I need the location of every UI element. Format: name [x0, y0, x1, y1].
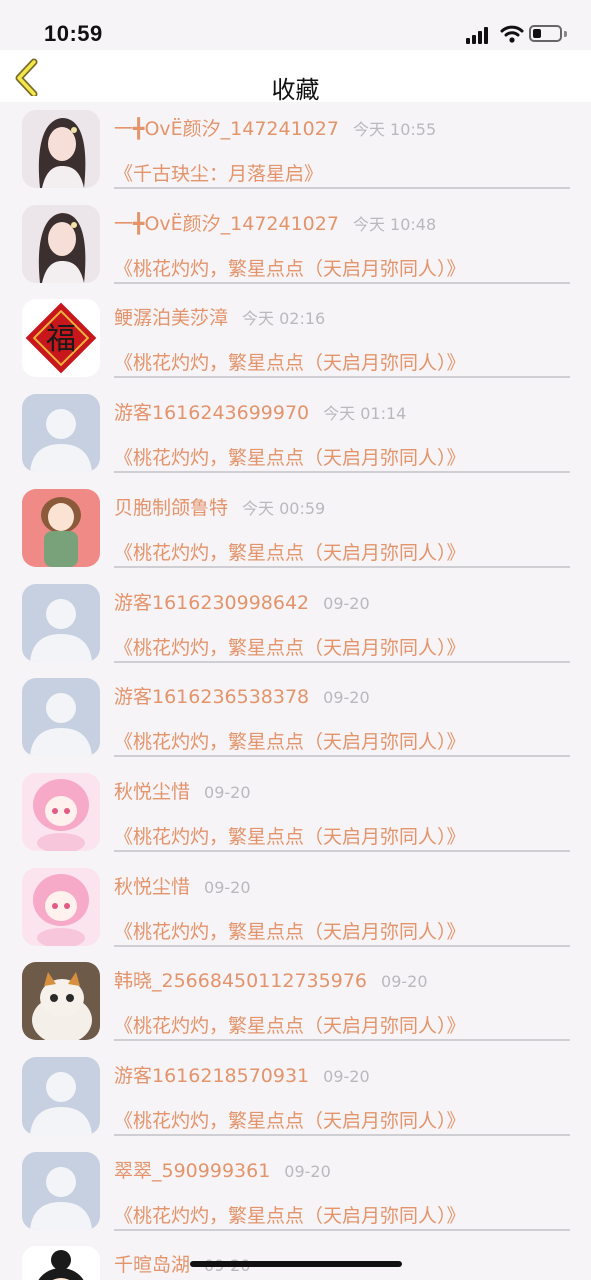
- user-avatar[interactable]: [22, 1057, 100, 1135]
- user-name[interactable]: 韩晓_2566845011273​5976: [114, 970, 367, 992]
- book-title[interactable]: 《桃花灼灼，繁星点点（天启月弥同人）》: [114, 1011, 466, 1038]
- favorite-row[interactable]: 游客1616218570931 09-20 《桃花灼灼，繁星点点（天启月弥同人）》: [0, 1049, 591, 1144]
- book-title[interactable]: 《桃花灼灼，繁星点点（天启月弥同人）》: [114, 254, 466, 281]
- user-avatar[interactable]: [22, 678, 100, 757]
- user-avatar[interactable]: [22, 772, 100, 851]
- favorite-row[interactable]: 福 鲠潺泊美莎漳 今天 02:16 《桃花灼灼，繁星点点（天启月弥同人）》: [0, 291, 591, 386]
- user-name[interactable]: 千暄岛湖: [114, 1254, 190, 1276]
- favorite-time: 今天 10:48: [352, 214, 437, 234]
- favorite-time: 今天 02:16: [242, 309, 326, 329]
- favorite-time: 09-20: [323, 593, 370, 613]
- user-name[interactable]: 游客1616236538378: [114, 686, 309, 708]
- user-name[interactable]: 一╋OvË颜汐_147241027: [114, 213, 339, 235]
- home-indicator[interactable]: [190, 1261, 402, 1267]
- status-bar: 10:59: [0, 0, 591, 50]
- user-name[interactable]: 秋悦尘惜: [114, 781, 190, 803]
- status-time: 10:59: [44, 21, 103, 46]
- user-avatar[interactable]: [22, 1246, 100, 1280]
- user-avatar[interactable]: [22, 394, 100, 473]
- book-title[interactable]: 《桃花灼灼，繁星点点（天启月弥同人）》: [114, 1201, 466, 1228]
- favorite-time: 09-20: [284, 1161, 331, 1181]
- book-title[interactable]: 《桃花灼灼，繁星点点（天启月弥同人）》: [114, 727, 466, 754]
- favorite-row[interactable]: 游客1616243699970 今天 01:14 《桃花灼灼，繁星点点（天启月弥同人…: [0, 386, 591, 481]
- user-avatar[interactable]: [22, 962, 100, 1041]
- favorite-time: 09-20: [204, 877, 251, 897]
- book-title[interactable]: 《桃花灼灼，繁星点点（天启月弥同人）》: [114, 538, 466, 565]
- row-divider: [114, 944, 570, 947]
- row-divider: [114, 1039, 570, 1042]
- favorite-time: 09-20: [323, 688, 370, 708]
- user-avatar[interactable]: [22, 204, 100, 283]
- user-avatar[interactable]: [22, 110, 100, 188]
- user-name[interactable]: 游客1616218570931: [114, 1065, 309, 1087]
- book-title[interactable]: 《桃花灼灼，繁星点点（天启月弥同人）》: [114, 633, 466, 660]
- favorite-time: 今天 10:55: [352, 120, 437, 139]
- row-divider: [114, 376, 570, 379]
- favorite-time: 09-20: [323, 1067, 370, 1086]
- favorite-row[interactable]: 秋悦尘惜 09-20 《桃花灼灼，繁星点点（天启月弥同人）》: [0, 860, 591, 955]
- wifi-icon: [500, 25, 524, 43]
- row-divider: [114, 1134, 570, 1136]
- book-title[interactable]: 《桃花灼灼，繁星点点（天启月弥同人）》: [114, 443, 466, 470]
- book-title[interactable]: 《桃花灼灼，繁星点点（天启月弥同人）》: [114, 348, 466, 375]
- favorite-row[interactable]: 千暄岛湖09-20: [0, 1238, 591, 1280]
- favorite-row[interactable]: 贝胞制颌鲁特 今天 00:59 《桃花灼灼，繁星点点（天启月弥同人）》: [0, 481, 591, 576]
- user-avatar[interactable]: 福: [22, 299, 100, 378]
- book-title[interactable]: 《桃花灼灼，繁星点点（天启月弥同人）》: [114, 917, 466, 944]
- row-divider: [114, 187, 570, 189]
- row-divider: [114, 660, 570, 663]
- book-title[interactable]: 《千古玦尘：月落星启》: [114, 159, 323, 186]
- user-name[interactable]: 游客1616230998642: [114, 592, 309, 614]
- cellular-signal-icon: [466, 26, 492, 44]
- row-divider: [114, 849, 570, 852]
- row-divider: [114, 565, 570, 568]
- book-title[interactable]: 《桃花灼灼，繁星点点（天启月弥同人）》: [114, 1106, 466, 1133]
- row-divider: [114, 1228, 570, 1231]
- favorite-row[interactable]: 翠翠_590999361 09-20 《桃花灼灼，繁星点点（天启月弥同人）》: [0, 1144, 591, 1239]
- favorite-row[interactable]: 游客1616236538378 09-20 《桃花灼灼，繁星点点（天启月弥同人）》: [0, 670, 591, 765]
- favorite-time: 今天 01:14: [323, 404, 407, 424]
- row-divider: [114, 281, 570, 284]
- user-name[interactable]: 贝胞制颌鲁特: [114, 497, 228, 519]
- svg-text:福: 福: [46, 322, 76, 357]
- user-name[interactable]: 翠翠_590999361: [114, 1160, 270, 1182]
- user-avatar[interactable]: [22, 488, 100, 567]
- favorites-list: 一╋OvË颜汐_147241027 今天 10:55 《千古玦尘：月落星启》 一╋Ov…: [0, 102, 591, 1280]
- user-name[interactable]: 游客1616243699970: [114, 402, 309, 424]
- book-title[interactable]: 《桃花灼灼，繁星点点（天启月弥同人）》: [114, 822, 466, 849]
- user-name[interactable]: 秋悦尘惜: [114, 876, 190, 898]
- favorite-time: 今天 00:59: [242, 498, 326, 518]
- favorite-row[interactable]: 韩晓_2566845011273​5976 09-20 《桃花灼灼，繁星点点（天启月…: [0, 954, 591, 1049]
- row-divider: [114, 755, 570, 758]
- favorite-row[interactable]: 一╋OvË颜汐_147241027 今天 10:48 《桃花灼灼，繁星点点（天启月弥…: [0, 197, 591, 292]
- row-divider: [114, 471, 570, 474]
- favorite-time: 09-20: [204, 782, 251, 802]
- favorite-row[interactable]: 游客1616230998642 09-20 《桃花灼灼，繁星点点（天启月弥同人）》: [0, 576, 591, 671]
- favorite-row[interactable]: 秋悦尘惜 09-20 《桃花灼灼，繁星点点（天启月弥同人）》: [0, 765, 591, 860]
- user-avatar[interactable]: [22, 1151, 100, 1230]
- user-name[interactable]: 一╋OvË颜汐_147241027: [114, 118, 339, 140]
- navigation-bar: 收藏: [0, 50, 591, 104]
- user-avatar[interactable]: [22, 867, 100, 946]
- user-name[interactable]: 鲠潺泊美莎漳: [114, 307, 228, 329]
- page-title: 收藏: [271, 76, 320, 104]
- battery-icon: [529, 25, 562, 42]
- favorite-row[interactable]: 一╋OvË颜汐_147241027 今天 10:55 《千古玦尘：月落星启》: [0, 102, 591, 197]
- user-avatar[interactable]: [22, 583, 100, 662]
- favorite-time: 09-20: [381, 972, 428, 992]
